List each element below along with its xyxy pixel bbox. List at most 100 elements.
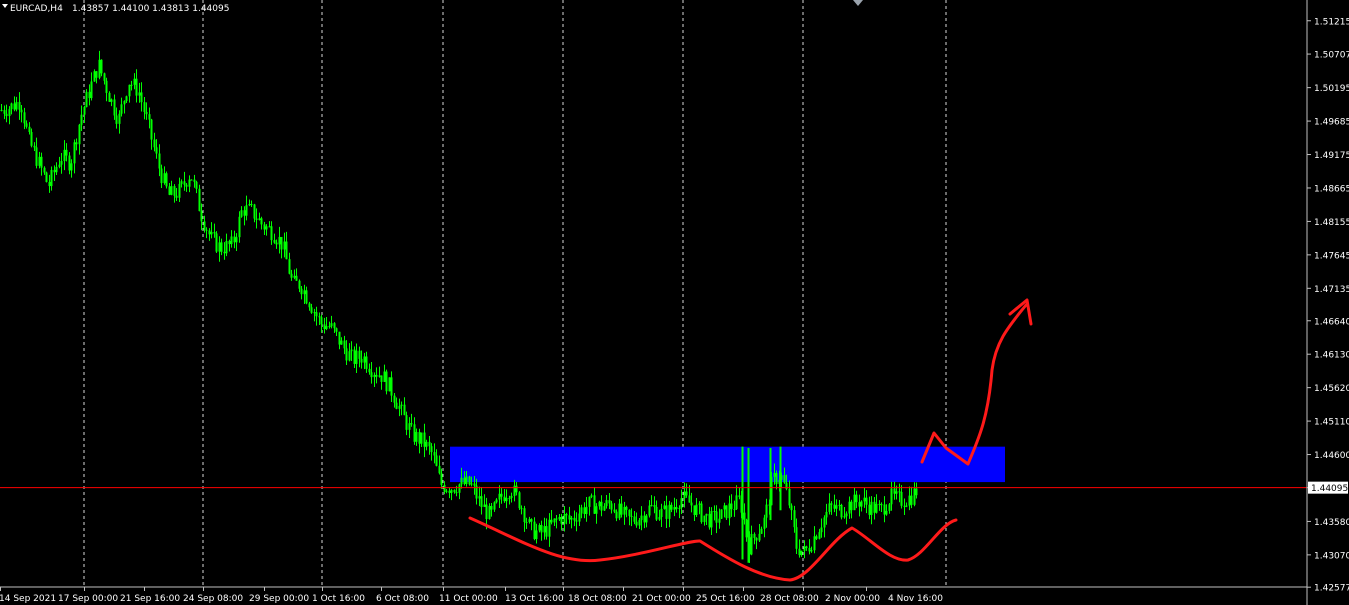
candle-body (395, 402, 398, 409)
candle-body (863, 497, 866, 502)
candle-body (705, 513, 708, 516)
price-tick-label: 1.43580 (1314, 518, 1349, 528)
candle-body (58, 164, 61, 167)
candle-body (530, 519, 533, 522)
price-tick-label: 1.51215 (1314, 17, 1349, 27)
candle-body (483, 504, 486, 507)
candle-body (613, 509, 616, 512)
candle-body (5, 113, 8, 117)
candle-body (733, 509, 736, 511)
candle-body (783, 475, 786, 483)
candle-body (420, 432, 423, 444)
time-tick-label: 13 Oct 16:00 (505, 594, 564, 604)
eurcad-h4-chart[interactable]: 1.51215 1.50707 1.50195 1.49685 1.49175 1.486… (0, 0, 1349, 605)
candle-body (385, 371, 388, 392)
candle-body (445, 490, 448, 492)
candle-body (890, 488, 893, 505)
candle-body (163, 173, 166, 184)
candle-body (8, 109, 11, 117)
candle-body (608, 500, 611, 504)
candle-body (428, 441, 431, 447)
candle-body (875, 503, 878, 513)
candle-body (410, 423, 413, 425)
candle-body (583, 507, 586, 514)
candle-body (160, 168, 163, 184)
candle-body (118, 113, 121, 124)
price-tick-label: 1.47135 (1314, 285, 1349, 295)
candle-body (895, 491, 898, 494)
candle-body (448, 490, 451, 493)
candle-body (343, 340, 346, 349)
candle-body (203, 221, 206, 230)
price-tick-label: 1.50707 (1314, 51, 1349, 61)
candle-body (793, 510, 796, 528)
candle-body (815, 536, 818, 539)
candle-body (813, 536, 816, 551)
candle-body (240, 210, 243, 217)
candle-body (398, 405, 401, 409)
candle-body (213, 232, 216, 234)
candle-body (805, 546, 808, 548)
candle-body (888, 504, 891, 511)
candle-body (670, 504, 673, 510)
candle-body (495, 499, 498, 503)
candle-body (528, 519, 531, 523)
candle-body (90, 81, 93, 99)
candle-body (855, 494, 858, 503)
resistance-zone-layer[interactable] (450, 446, 1005, 483)
candle-body (725, 505, 728, 519)
candle-body (408, 423, 411, 430)
price-tick-label: 1.42577 (1314, 584, 1349, 594)
candle-body (348, 351, 351, 361)
candle-body (630, 515, 633, 517)
candle-body (648, 505, 651, 516)
candle-body (63, 149, 66, 162)
candle-body (53, 169, 56, 173)
candle-body (663, 505, 666, 509)
candle-body (210, 232, 213, 235)
candle-body (168, 186, 171, 195)
candle-body (755, 537, 758, 541)
candle-body (645, 515, 648, 523)
candle-body (85, 91, 88, 108)
candle-body (790, 505, 793, 511)
candle-body (30, 132, 33, 146)
candle-body (553, 518, 556, 523)
candle-body (825, 511, 828, 518)
candle-body (188, 179, 191, 187)
candle-body (253, 204, 256, 219)
candle-body (485, 504, 488, 520)
candle-body (915, 488, 918, 496)
candle-body (245, 205, 248, 216)
candle-body (323, 324, 326, 330)
candle-body (265, 226, 268, 230)
candle-body (605, 500, 608, 507)
price-tick-label: 1.48155 (1314, 218, 1349, 228)
candle-body (478, 496, 481, 499)
candle-body (43, 167, 46, 173)
candle-body (573, 517, 576, 521)
candle-body (260, 218, 263, 225)
candle-body (563, 514, 566, 524)
resistance-zone-rect[interactable] (450, 446, 1005, 483)
candle-body (878, 503, 881, 505)
candle-body (708, 513, 711, 528)
candle-body (880, 504, 883, 506)
candle-body (520, 508, 523, 510)
ohlc-values: 1.43857 1.44100 1.43813 1.44095 (72, 4, 229, 14)
candle-body (693, 505, 696, 515)
candle-body (238, 216, 241, 238)
current-price-label: 1.44095 (1311, 484, 1348, 494)
candle-body (345, 348, 348, 361)
candle-body (335, 328, 338, 332)
candle-body (378, 375, 381, 377)
candle-body (65, 149, 68, 156)
candle-body (610, 503, 613, 510)
candle-body (835, 505, 838, 509)
candle-body (588, 496, 591, 507)
candle-body (650, 505, 653, 507)
candle-body (490, 505, 493, 510)
candle-body (548, 519, 551, 537)
candle-body (440, 473, 443, 485)
price-tick-label: 1.48665 (1314, 184, 1349, 194)
